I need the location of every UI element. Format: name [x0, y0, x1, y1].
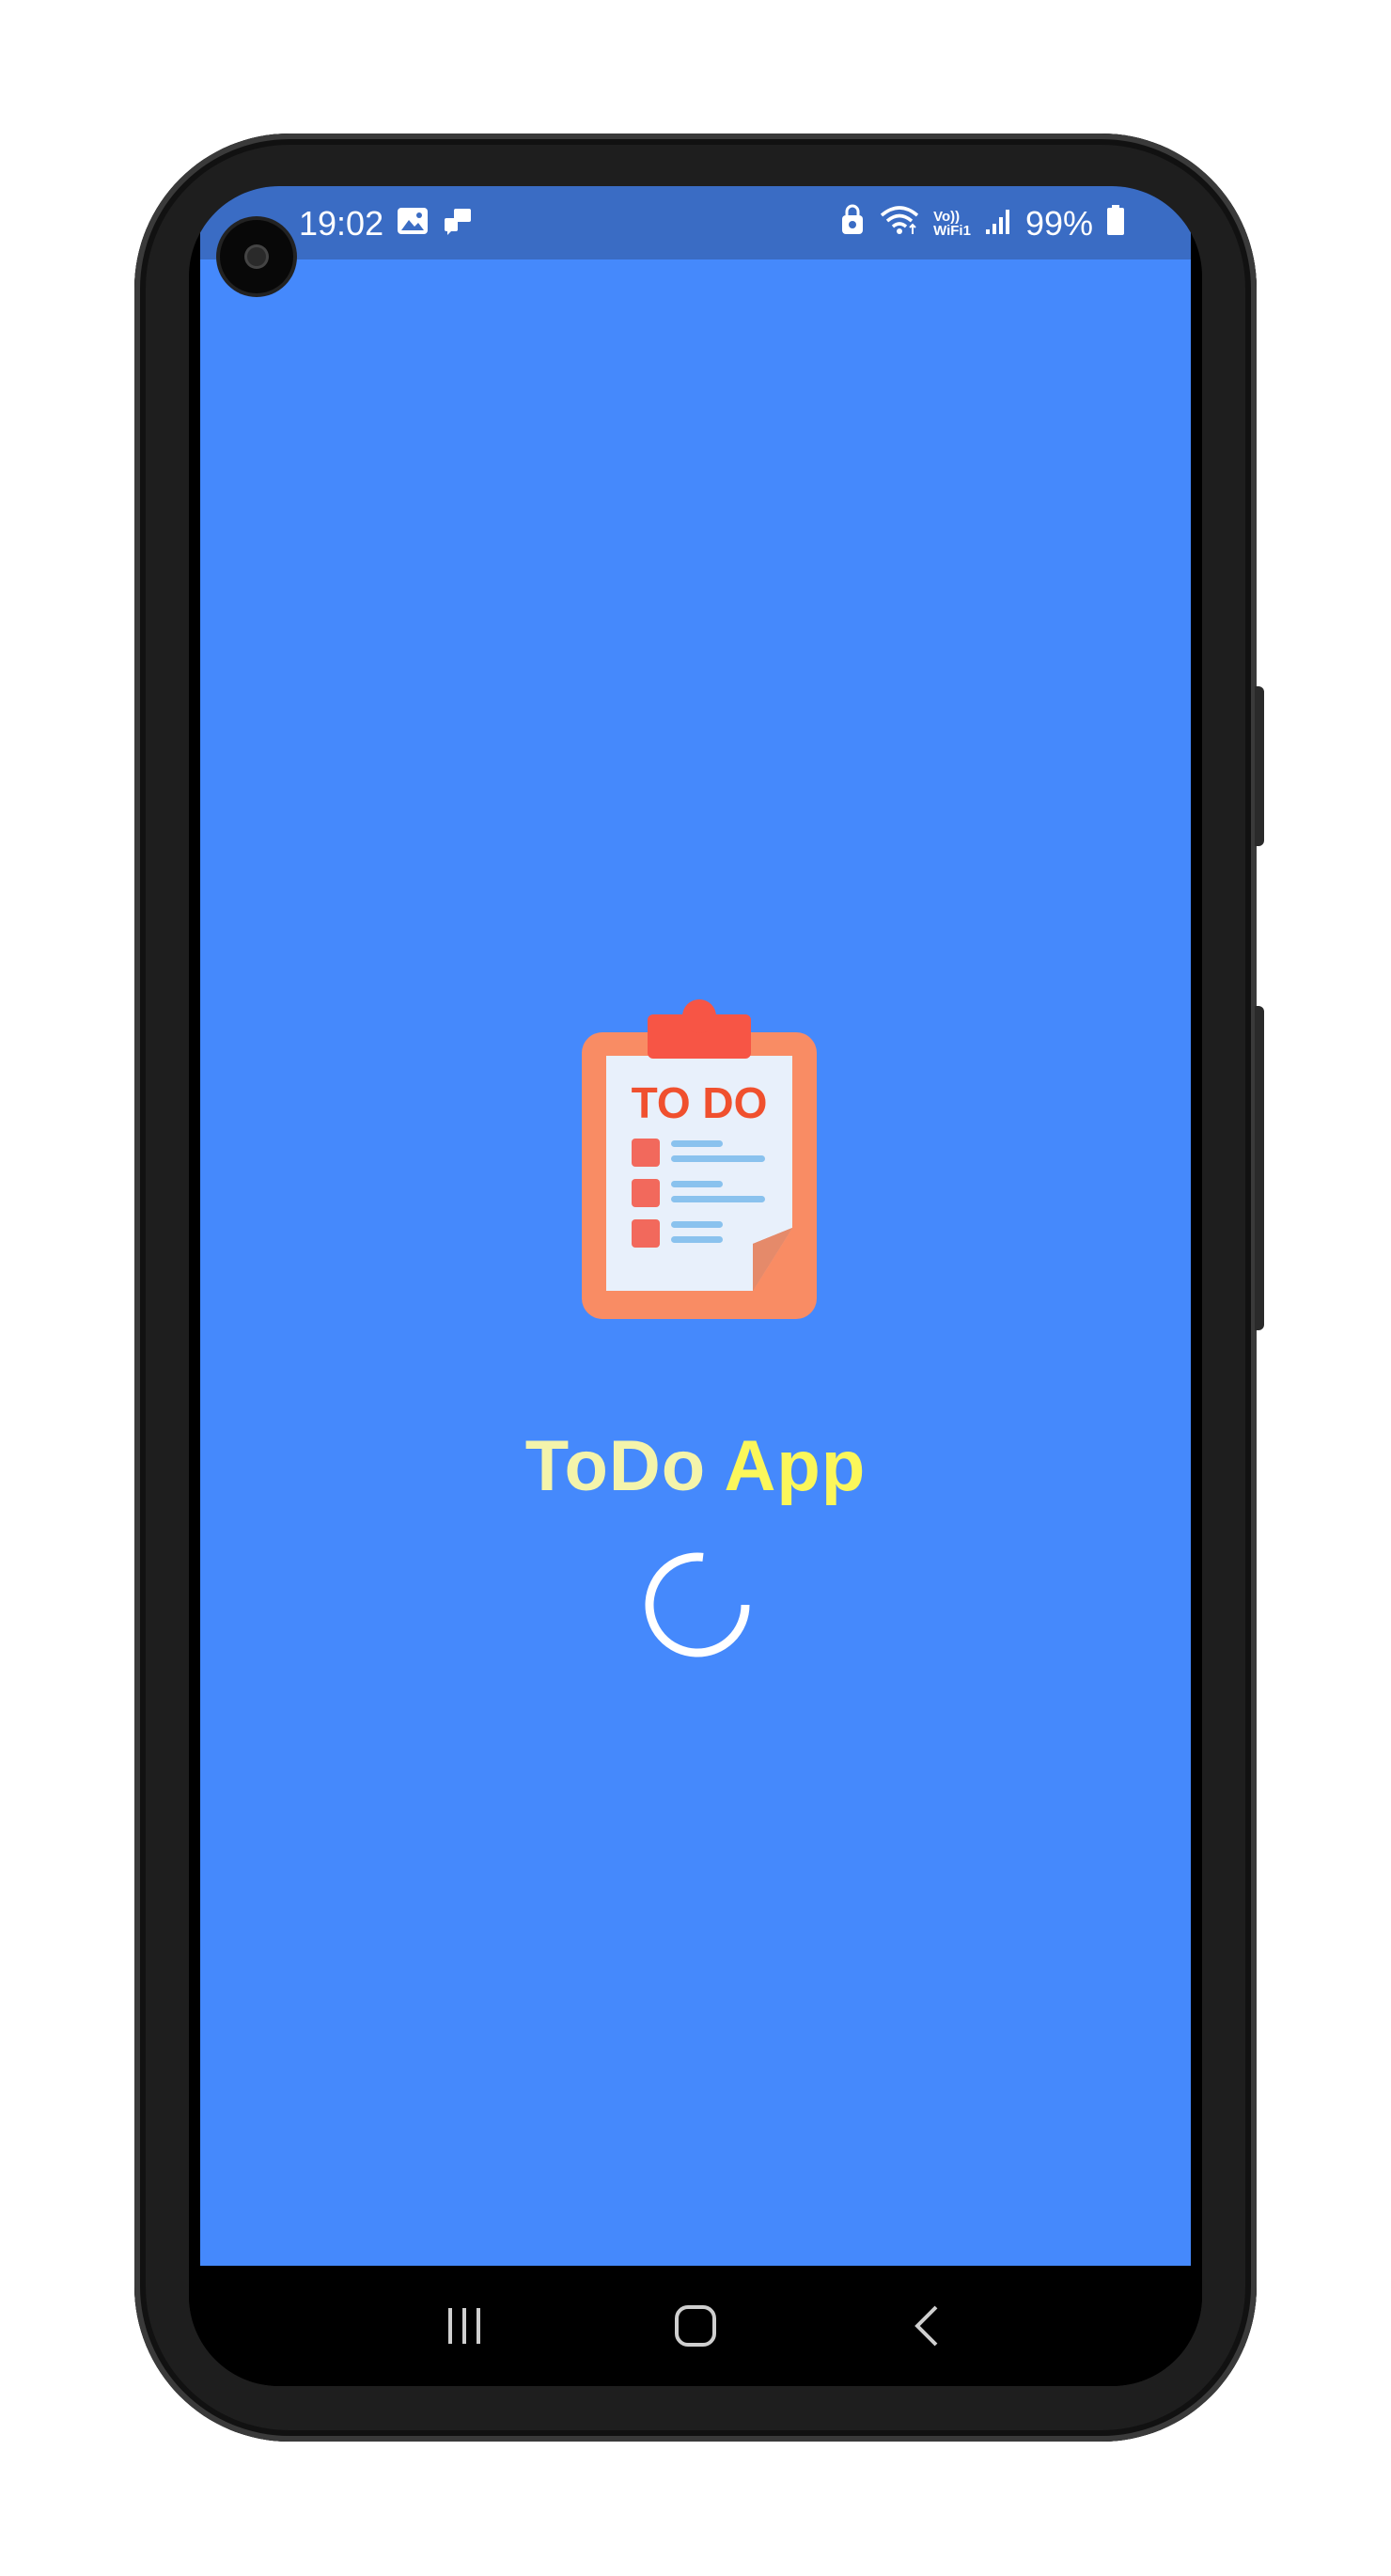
logo-text: TO DO	[632, 1078, 768, 1127]
volume-button	[1255, 686, 1264, 846]
back-icon[interactable]	[889, 2288, 964, 2364]
home-icon[interactable]	[658, 2288, 733, 2364]
recent-apps-icon[interactable]	[427, 2288, 502, 2364]
volte-wifi-icon: Vo)) WiFi1	[933, 209, 971, 239]
todo-clipboard-logo: TO DO	[582, 999, 817, 1319]
battery-text: 99%	[1024, 204, 1093, 243]
phone-screen: 19:02 Vo)) WiFi1 99% TO DO ToDo App	[189, 186, 1202, 2386]
power-button	[1255, 1006, 1264, 1330]
app-title: ToDo App	[524, 1426, 867, 1506]
navigation-bar	[189, 2266, 1202, 2386]
status-bar: 19:02 Vo)) WiFi1 99%	[200, 186, 1191, 261]
front-camera	[220, 220, 293, 293]
vpn-lock-icon	[839, 204, 866, 244]
notification-icon	[442, 204, 474, 243]
splash-screen: TO DO ToDo App	[200, 259, 1191, 2266]
gallery-icon	[397, 204, 429, 243]
signal-icon	[984, 204, 1012, 243]
loading-spinner	[645, 1552, 750, 1657]
wifi-icon	[879, 204, 920, 244]
battery-icon	[1106, 204, 1125, 244]
